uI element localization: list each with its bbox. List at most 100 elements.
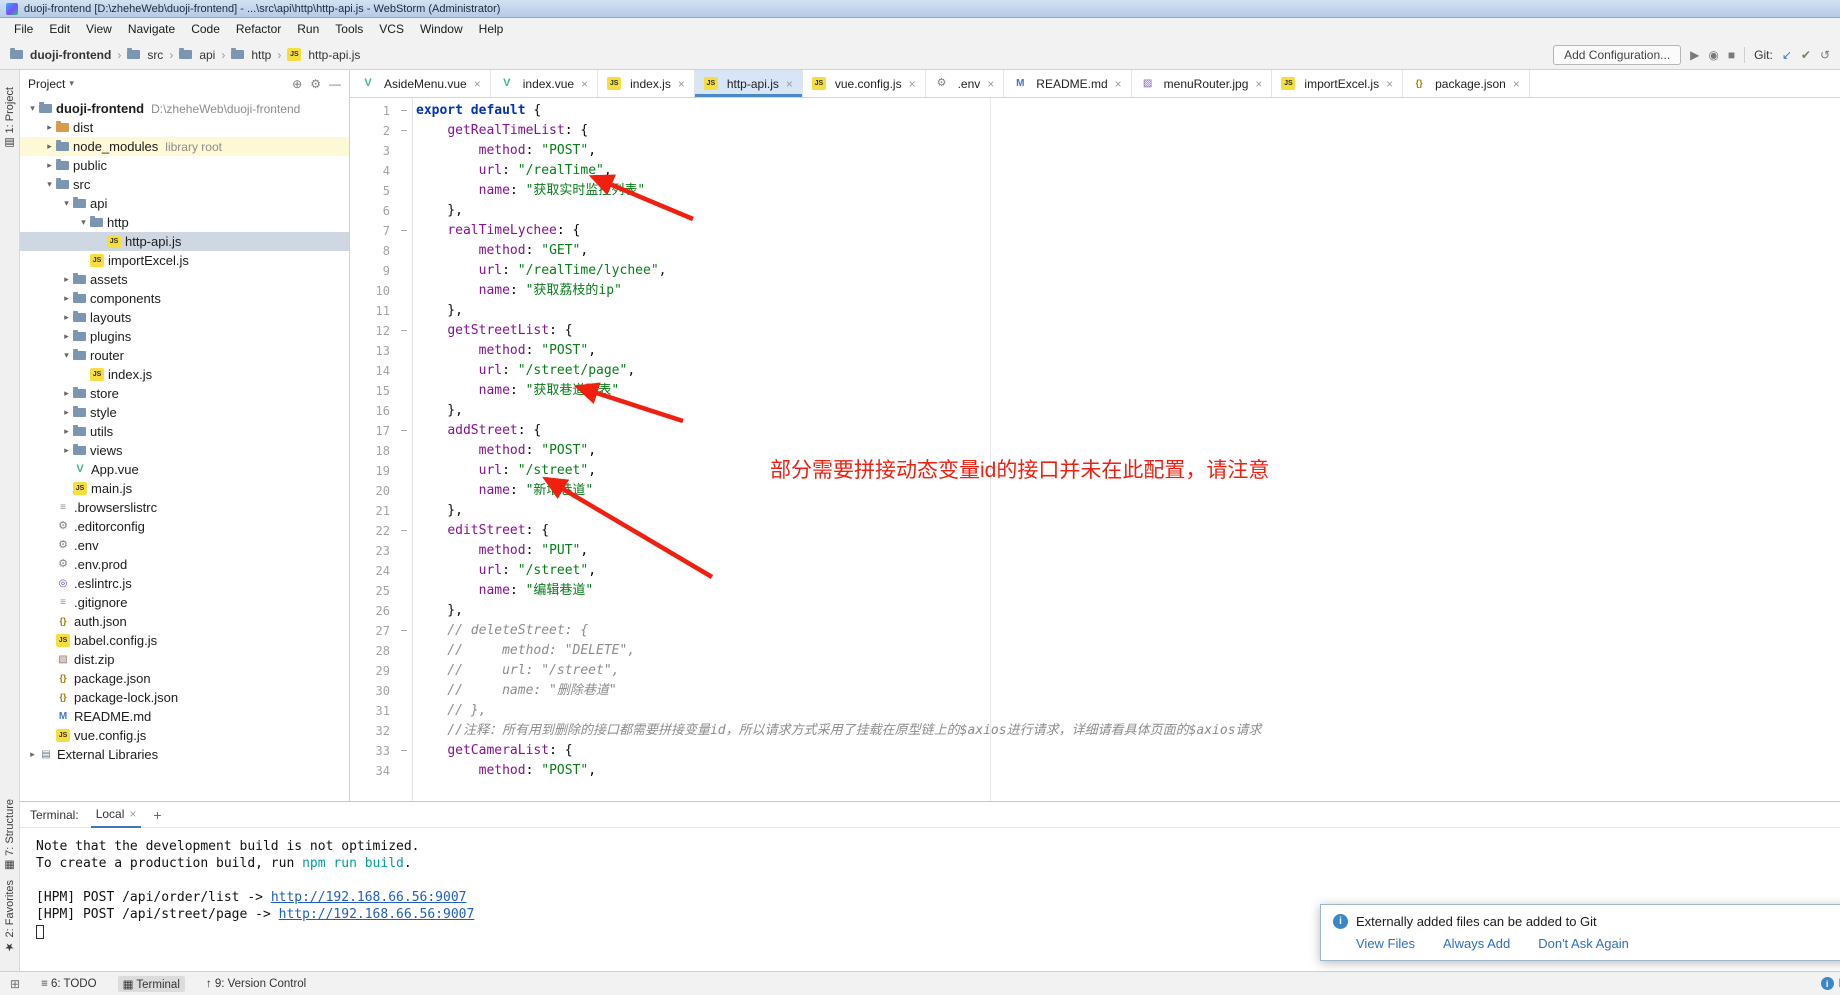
fold-icon[interactable]: −	[396, 121, 412, 141]
tree-arrow-icon[interactable]: ▾	[60, 198, 73, 209]
breadcrumb-http-api-js[interactable]: JShttp-api.js	[287, 48, 360, 62]
menu-code[interactable]: Code	[183, 20, 228, 38]
fold-icon[interactable]: −	[396, 421, 412, 441]
tree-arrow-icon[interactable]: ▸	[60, 407, 73, 418]
tree-item-editorconfig[interactable]: ⚙.editorconfig	[20, 517, 349, 536]
statusbar-6-todo[interactable]: ≡ 6: TODO	[36, 977, 102, 991]
notification-action-don-t-ask-again[interactable]: Don't Ask Again	[1538, 936, 1629, 951]
event-log-button[interactable]: i Ev	[1821, 977, 1840, 990]
tree-item-env-prod[interactable]: ⚙.env.prod	[20, 555, 349, 574]
tree-arrow-icon[interactable]: ▸	[60, 274, 73, 285]
tree-arrow-icon[interactable]: ▸	[60, 388, 73, 399]
notification-action-always-add[interactable]: Always Add	[1443, 936, 1510, 951]
tree-item-importexcel-js[interactable]: JSimportExcel.js	[20, 251, 349, 270]
close-icon[interactable]: ×	[987, 77, 994, 91]
breadcrumb-http[interactable]: http	[231, 48, 271, 62]
tree-item-babel-config-js[interactable]: JSbabel.config.js	[20, 631, 349, 650]
menu-refactor[interactable]: Refactor	[228, 20, 289, 38]
menu-tools[interactable]: Tools	[327, 20, 371, 38]
tree-item-style[interactable]: ▸style	[20, 403, 349, 422]
tab-vue-config-js[interactable]: JSvue.config.js×	[803, 70, 926, 97]
fold-icon[interactable]: −	[396, 621, 412, 641]
hide-panel-icon[interactable]: —	[329, 77, 341, 91]
fold-icon[interactable]: −	[396, 521, 412, 541]
menu-run[interactable]: Run	[289, 20, 327, 38]
tree-item-utils[interactable]: ▸utils	[20, 422, 349, 441]
close-icon[interactable]: ×	[786, 77, 793, 91]
tree-item-gitignore[interactable]: ≡.gitignore	[20, 593, 349, 612]
tree-item-public[interactable]: ▸public	[20, 156, 349, 175]
tree-arrow-icon[interactable]: ▾	[60, 350, 73, 361]
terminal-cursor[interactable]	[36, 925, 44, 939]
tree-item-api[interactable]: ▾api	[20, 194, 349, 213]
tree-item-plugins[interactable]: ▸plugins	[20, 327, 349, 346]
close-icon[interactable]: ×	[1115, 77, 1122, 91]
tree-item-package-lock-json[interactable]: {}package-lock.json	[20, 688, 349, 707]
add-terminal-button[interactable]: +	[153, 807, 161, 823]
tree-arrow-icon[interactable]: ▸	[60, 293, 73, 304]
tab-index-js[interactable]: JSindex.js×	[598, 70, 695, 97]
tree-arrow-icon[interactable]: ▸	[43, 141, 56, 152]
locate-file-icon[interactable]: ⊕	[292, 77, 302, 91]
fold-icon[interactable]: −	[396, 321, 412, 341]
fold-icon[interactable]: −	[396, 741, 412, 761]
tree-item-app-vue[interactable]: VApp.vue	[20, 460, 349, 479]
close-icon[interactable]: ×	[1386, 77, 1393, 91]
close-icon[interactable]: ×	[474, 77, 481, 91]
breadcrumb-src[interactable]: src	[127, 48, 163, 62]
menu-window[interactable]: Window	[412, 20, 471, 38]
tree-item-vue-config-js[interactable]: JSvue.config.js	[20, 726, 349, 745]
tree-item-components[interactable]: ▸components	[20, 289, 349, 308]
code-area[interactable]: 1−export default {2− getRealTimeList: {3…	[350, 98, 1840, 801]
tree-arrow-icon[interactable]: ▸	[43, 122, 56, 133]
tree-arrow-icon[interactable]: ▸	[60, 426, 73, 437]
tree-item-views[interactable]: ▸views	[20, 441, 349, 460]
tree-arrow-icon[interactable]: ▸	[43, 160, 56, 171]
close-icon[interactable]: ×	[909, 77, 916, 91]
statusbar-9-version-control[interactable]: ↑ 9: Version Control	[201, 977, 311, 991]
tab-package-json[interactable]: {}package.json×	[1403, 70, 1530, 97]
menu-navigate[interactable]: Navigate	[120, 20, 183, 38]
tree-arrow-icon[interactable]: ▸	[26, 749, 39, 760]
tree-item-layouts[interactable]: ▸layouts	[20, 308, 349, 327]
statusbar-terminal[interactable]: ▦ Terminal	[118, 976, 185, 992]
tree-arrow-icon[interactable]: ▾	[43, 179, 56, 190]
tree-item-main-js[interactable]: JSmain.js	[20, 479, 349, 498]
settings-icon[interactable]: ⚙	[310, 77, 321, 91]
terminal-link[interactable]: http://192.168.66.56:9007	[271, 890, 467, 905]
tree-item-package-json[interactable]: {}package.json	[20, 669, 349, 688]
tree-item-src[interactable]: ▾src	[20, 175, 349, 194]
toolwindow-button-1-project[interactable]: ▤ 1: Project	[3, 87, 16, 150]
tree-arrow-icon[interactable]: ▾	[26, 103, 39, 114]
toolwindow-button-7-structure[interactable]: ▦ 7: Structure	[3, 799, 16, 872]
run-icon[interactable]: ▶	[1690, 48, 1699, 62]
tree-arrow-icon[interactable]: ▸	[60, 312, 73, 323]
close-icon[interactable]: ×	[129, 807, 136, 821]
debug-icon[interactable]: ◉	[1708, 48, 1718, 62]
commit-icon[interactable]: ✔	[1801, 48, 1811, 62]
notification-action-view-files[interactable]: View Files	[1356, 936, 1415, 951]
tree-item-eslintrc-js[interactable]: ◎.eslintrc.js	[20, 574, 349, 593]
add-configuration-button[interactable]: Add Configuration...	[1553, 45, 1681, 65]
tab-env[interactable]: ⚙.env×	[926, 70, 1005, 97]
tab-http-api-js[interactable]: JShttp-api.js×	[695, 70, 803, 97]
tree-item-external-libraries[interactable]: ▸▤External Libraries	[20, 745, 349, 764]
tab-menurouter-jpg[interactable]: ▨menuRouter.jpg×	[1132, 70, 1273, 97]
tab-index-vue[interactable]: Vindex.vue×	[491, 70, 598, 97]
tree-item-auth-json[interactable]: {}auth.json	[20, 612, 349, 631]
project-panel-title[interactable]: Project	[28, 77, 65, 91]
tab-importexcel-js[interactable]: JSimportExcel.js×	[1272, 70, 1403, 97]
tree-item-env[interactable]: ⚙.env	[20, 536, 349, 555]
fold-icon[interactable]: −	[396, 101, 412, 121]
tree-item-readme-md[interactable]: MREADME.md	[20, 707, 349, 726]
tab-asidemenu-vue[interactable]: VAsideMenu.vue×	[352, 70, 491, 97]
close-icon[interactable]: ×	[1513, 77, 1520, 91]
history-icon[interactable]: ↺	[1820, 48, 1830, 62]
tree-arrow-icon[interactable]: ▾	[77, 217, 90, 228]
update-project-icon[interactable]: ↙	[1782, 48, 1792, 62]
tree-item-dist-zip[interactable]: ▧dist.zip	[20, 650, 349, 669]
tree-item-index-js[interactable]: JSindex.js	[20, 365, 349, 384]
tree-arrow-icon[interactable]: ▸	[60, 331, 73, 342]
tree-item-browserslistrc[interactable]: ≡.browserslistrc	[20, 498, 349, 517]
tree-item-dist[interactable]: ▸dist	[20, 118, 349, 137]
